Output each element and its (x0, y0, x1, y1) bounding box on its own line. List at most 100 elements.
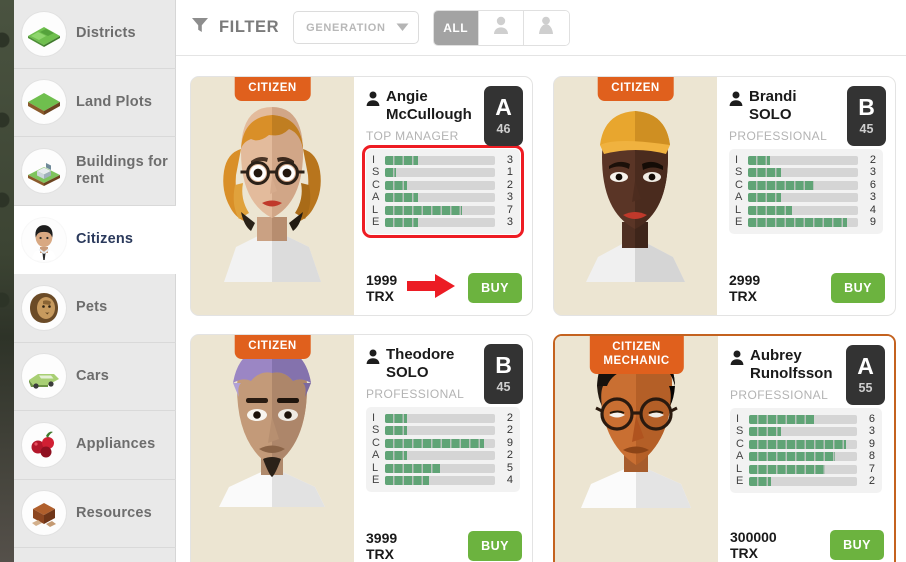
sidebar-item-citizens[interactable]: Citizens (14, 205, 176, 274)
citizen-card[interactable]: CITIZEN A 46 Angie McCullough TOP MANAGER I 3 S… (190, 76, 533, 316)
stat-bar (748, 218, 858, 228)
stat-panel: I2S2C9A2L5E4 (366, 407, 520, 492)
buy-button[interactable]: BUY (830, 530, 884, 561)
stat-row: A8 (736, 451, 875, 463)
sidebar-item-land-plots[interactable]: Land Plots (14, 69, 176, 137)
stat-panel: I6S3C9A8L7E2 (730, 408, 882, 493)
stat-bar (385, 180, 495, 190)
stat-key: S (735, 166, 743, 179)
sidebar-item-label: Buildings for rent (76, 153, 169, 187)
grade-level: 45 (496, 380, 511, 394)
avatar-panel: CITIZEN (191, 77, 354, 315)
grade-letter: B (495, 352, 512, 378)
stat-row: S3 (736, 426, 875, 438)
building-icon (22, 148, 66, 193)
grade-letter: B (858, 94, 875, 120)
citizen-card[interactable]: CITIZEN MECHANIC A 55 Aubrey Runolfsson PROF… (553, 334, 896, 562)
resource-icon (22, 491, 66, 536)
sidebar-item-label: Appliances (76, 436, 156, 453)
stat-bar (749, 415, 857, 425)
price-label: 2999 TRX (729, 271, 761, 305)
stat-key: L (735, 203, 742, 216)
stat-value: 9 (869, 216, 876, 229)
stat-bar (385, 205, 495, 215)
sidebar-item-label: Pets (76, 299, 108, 316)
avatar-panel: CITIZEN (191, 335, 354, 562)
stat-row: S3 (735, 167, 876, 179)
stat-bar (385, 438, 495, 448)
sidebar: Districts Land Plots Buildings for rent … (14, 0, 176, 562)
stat-key: L (372, 461, 379, 474)
grade-badge: B 45 (847, 86, 886, 146)
stat-key: S (736, 425, 744, 438)
stat-row: I2 (372, 412, 513, 424)
stat-value: 2 (868, 475, 875, 488)
gender-filter-all[interactable]: ALL (433, 10, 479, 45)
price-label: 300000 TRX (730, 528, 777, 562)
sidebar-item-appliances[interactable]: Appliances (14, 411, 176, 480)
grade-level: 45 (859, 122, 874, 136)
stat-value: 2 (506, 449, 513, 462)
red-arrow-icon (406, 273, 455, 298)
stat-value: 7 (868, 462, 875, 475)
stat-key: E (372, 216, 380, 229)
grade-level: 55 (858, 381, 873, 395)
stat-value: 2 (506, 424, 513, 437)
stat-key: S (372, 424, 380, 437)
gender-filter-male[interactable] (478, 10, 524, 45)
gender-filter-female[interactable] (523, 10, 569, 45)
citizen-card[interactable]: CITIZEN B 45 Brandi SOLO PROFESSIONAL I 2 S 3 C 6 A… (553, 76, 896, 316)
stat-bar (748, 193, 858, 203)
stat-value: 2 (506, 412, 513, 425)
sidebar-item-label: Cars (76, 367, 110, 384)
sidebar-item-cars[interactable]: Cars (14, 343, 176, 411)
citizen-icon (22, 217, 66, 262)
card-footer: 1999 TRX BUY (366, 272, 522, 305)
generation-select[interactable]: GENERATION (293, 11, 419, 44)
funnel-icon (190, 15, 210, 40)
stat-bar (385, 414, 495, 424)
sidebar-item-label: Citizens (76, 231, 134, 248)
sidebar-item-districts[interactable]: Districts (14, 0, 176, 69)
stat-value: 9 (506, 436, 513, 449)
stat-key: A (735, 191, 743, 204)
sidebar-item-buildings-for-rent[interactable]: Buildings for rent (14, 137, 176, 206)
stat-bar (385, 463, 495, 473)
stat-row: L7 (372, 204, 513, 216)
stat-key: C (372, 178, 380, 191)
stat-value: 7 (506, 203, 513, 216)
sidebar-item-resources[interactable]: Resources (14, 480, 176, 548)
buy-button[interactable]: BUY (468, 531, 522, 562)
buy-button[interactable]: BUY (831, 273, 885, 304)
stat-key: E (736, 475, 744, 488)
stat-key: A (372, 449, 380, 462)
card-details: B 45 Brandi SOLO PROFESSIONAL I 2 S 3 C 6 A 3 L 4 E 9 29… (717, 77, 895, 315)
stat-row: E9 (735, 216, 876, 228)
buy-button[interactable]: BUY (468, 273, 522, 304)
stat-row: A3 (372, 192, 513, 204)
sidebar-item-pets[interactable]: Pets (14, 274, 176, 343)
stat-key: I (735, 154, 739, 167)
stat-row: E3 (372, 216, 513, 228)
stat-row: I2 (735, 154, 876, 166)
stat-bar (748, 168, 858, 178)
filter-label: FILTER (219, 18, 280, 36)
person-icon (366, 91, 380, 111)
card-footer: 2999 TRX BUY (729, 272, 885, 305)
stat-bar (749, 464, 857, 474)
stat-row: S1 (372, 167, 513, 179)
stat-key: E (372, 474, 380, 487)
filter-bar: FILTER GENERATION ALL (176, 0, 906, 56)
stat-key: L (736, 462, 743, 475)
stat-value: 3 (506, 216, 513, 229)
chevron-down-icon (396, 19, 409, 37)
stat-row: L7 (736, 463, 875, 475)
stat-row: C9 (372, 437, 513, 449)
stat-value: 2 (506, 178, 513, 191)
stat-key: I (372, 412, 376, 425)
status-badge: CITIZEN (234, 335, 311, 360)
stat-bar (385, 168, 495, 178)
male-icon (493, 16, 509, 39)
stat-value: 5 (506, 461, 513, 474)
citizen-card[interactable]: CITIZEN B 45 Theodore SOLO PROFESSIONAL I 2 S 2 C… (190, 334, 533, 562)
